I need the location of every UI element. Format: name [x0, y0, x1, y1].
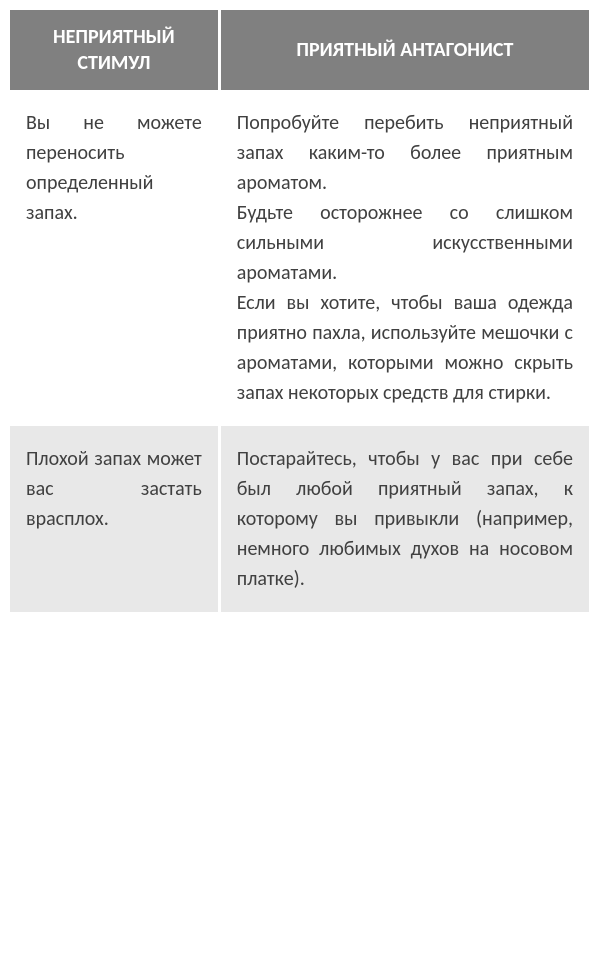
- stimulus-table: НЕПРИЯТНЫЙ СТИМУЛ ПРИЯТНЫЙ АНТАГОНИСТ Вы…: [10, 10, 589, 612]
- cell-text: Плохой запах может вас застать врасплох.: [26, 444, 202, 534]
- table-row: Вы не можете переносить определенный зап…: [10, 90, 589, 426]
- cell-antagonist: Попробуйте перебить неприятный запах как…: [219, 90, 589, 426]
- cell-text: Вы не можете переносить определенный зап…: [26, 108, 202, 228]
- cell-text-p1: Попробуйте перебить неприятный запах как…: [237, 108, 573, 198]
- cell-text-p3: Если вы хотите, чтобы ваша одежда приятн…: [237, 288, 573, 408]
- cell-text: Постарайтесь, чтобы у вас при себе был л…: [237, 444, 573, 594]
- cell-stimulus: Вы не можете переносить определенный зап…: [10, 90, 219, 426]
- header-col-antagonist: ПРИЯТНЫЙ АНТАГОНИСТ: [219, 10, 589, 90]
- cell-text-p2: Будьте осторожнее со слишком сильными ис…: [237, 198, 573, 288]
- header-col-stimulus: НЕПРИЯТНЫЙ СТИМУЛ: [10, 10, 219, 90]
- table-header-row: НЕПРИЯТНЫЙ СТИМУЛ ПРИЯТНЫЙ АНТАГОНИСТ: [10, 10, 589, 90]
- cell-stimulus: Плохой запах может вас застать врасплох.: [10, 426, 219, 612]
- table-row: Плохой запах может вас застать врасплох.…: [10, 426, 589, 612]
- cell-antagonist: Постарайтесь, чтобы у вас при себе был л…: [219, 426, 589, 612]
